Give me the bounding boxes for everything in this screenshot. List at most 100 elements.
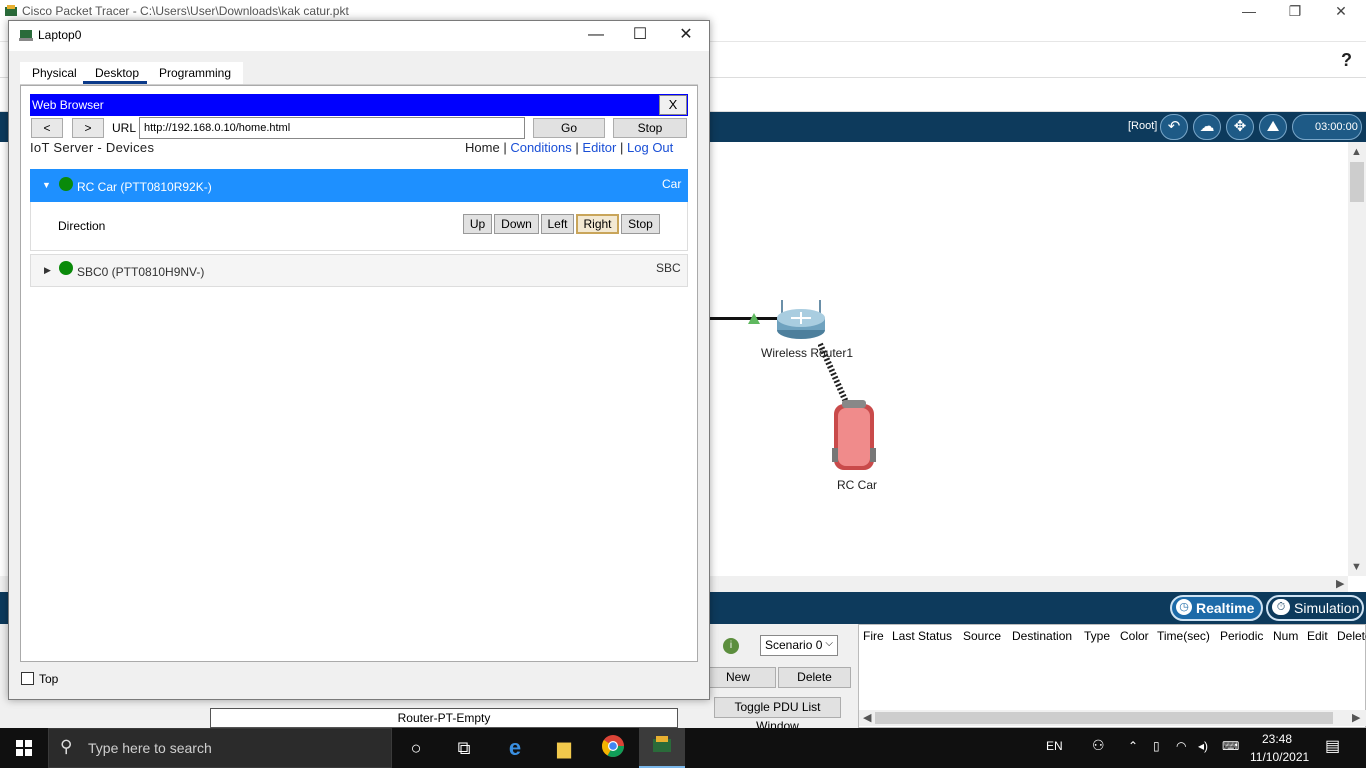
close-icon[interactable]: ✕ (663, 21, 709, 49)
input-method-icon[interactable]: ⌨ (1222, 739, 1239, 753)
simulation-label: Simulation (1294, 600, 1360, 616)
windows-start-icon[interactable] (0, 728, 48, 768)
page-title: IoT Server - Devices (30, 140, 155, 155)
clock-icon: ◷ (1176, 599, 1192, 615)
col-type[interactable]: Type (1084, 629, 1110, 643)
device-type-label: Router-PT-Empty (210, 708, 678, 728)
file-explorer-icon[interactable]: ▆ (550, 734, 578, 762)
col-last-status[interactable]: Last Status (892, 629, 952, 643)
laptop-icon (19, 30, 33, 41)
direction-left-button[interactable]: Left (541, 214, 574, 234)
chrome-icon[interactable] (599, 734, 627, 762)
nav-home-link[interactable]: Home (465, 140, 500, 155)
scrollbar-thumb[interactable] (875, 712, 1333, 724)
cloud-icon[interactable]: ☁ (1193, 114, 1221, 140)
chevron-up-icon[interactable]: ⌃ (1128, 739, 1138, 753)
router-label: Wireless Router1 (761, 346, 854, 360)
task-view-icon[interactable]: ⧉ (450, 734, 478, 762)
chevron-down-icon: ⌵ (825, 638, 833, 649)
timer-value: 03:00:00 (1315, 121, 1358, 133)
search-icon: ⚲ (60, 737, 73, 756)
background-image-icon[interactable]: ⛰ (1259, 114, 1287, 140)
nav-separator: | (575, 140, 579, 155)
scenario-value: Scenario 0 (765, 638, 823, 652)
notification-icon[interactable]: ▤ (1325, 736, 1340, 756)
cortana-icon[interactable]: ○ (402, 734, 430, 762)
window-title: Cisco Packet Tracer - C:\Users\User\Down… (22, 4, 349, 18)
nav-separator: | (620, 140, 624, 155)
caret-down-icon[interactable]: ▼ (42, 180, 51, 190)
timer-display[interactable]: 03:00:00 (1292, 114, 1362, 140)
nav-conditions-link[interactable]: Conditions (510, 140, 571, 155)
info-icon[interactable]: i (723, 638, 739, 654)
help-icon[interactable]: ? (1341, 50, 1352, 71)
col-edit[interactable]: Edit (1307, 629, 1328, 643)
minimize-icon[interactable]: — (573, 21, 619, 49)
caret-right-icon[interactable]: ▶ (44, 265, 51, 276)
tab-physical[interactable]: Physical (20, 62, 89, 84)
stopwatch-icon: ⏱ (1272, 599, 1290, 615)
device-type: SBC (656, 261, 681, 275)
device-name: SBC0 (PTT0810H9NV-) (77, 265, 205, 279)
nav-logout-link[interactable]: Log Out (627, 140, 673, 155)
battery-icon[interactable]: ▯ (1153, 739, 1160, 753)
back-icon[interactable]: ↶ (1160, 114, 1188, 140)
url-input[interactable] (139, 117, 525, 139)
top-label: Top (39, 672, 59, 686)
workspace-vertical-scrollbar[interactable] (1348, 142, 1366, 576)
scroll-right-icon[interactable]: ▶ (1336, 577, 1344, 590)
scenario-select[interactable]: Scenario 0 ⌵ (760, 635, 838, 656)
nav-editor-link[interactable]: Editor (582, 140, 616, 155)
move-icon[interactable]: ✥ (1226, 114, 1254, 140)
wifi-icon[interactable]: ◠ (1176, 739, 1186, 753)
direction-up-button[interactable]: Up (463, 214, 492, 234)
col-delete[interactable]: Delete (1337, 629, 1366, 643)
restore-icon[interactable]: ❐ (1272, 0, 1318, 22)
col-color[interactable]: Color (1120, 629, 1149, 643)
col-periodic[interactable]: Periodic (1220, 629, 1263, 643)
rc-car-icon[interactable] (832, 398, 876, 474)
search-placeholder: Type here to search (88, 740, 212, 756)
taskbar-time[interactable]: 23:48 (1262, 732, 1292, 746)
col-time[interactable]: Time(sec) (1157, 629, 1210, 643)
scroll-left-icon[interactable]: ◀ (863, 711, 871, 724)
stop-button[interactable]: Stop (613, 118, 687, 138)
direction-down-button[interactable]: Down (494, 214, 539, 234)
col-num[interactable]: Num (1273, 629, 1298, 643)
close-icon[interactable]: ✕ (1318, 0, 1364, 22)
scroll-down-icon[interactable]: ▼ (1351, 561, 1362, 573)
delete-scenario-button[interactable]: Delete (778, 667, 851, 688)
wireless-router-icon[interactable] (776, 298, 826, 340)
direction-right-button[interactable]: Right (576, 214, 619, 234)
volume-icon[interactable]: ◂) (1198, 739, 1208, 753)
minimize-icon[interactable]: — (1226, 0, 1272, 22)
scroll-up-icon[interactable]: ▲ (1351, 146, 1362, 158)
col-fire[interactable]: Fire (863, 629, 884, 643)
tab-desktop[interactable]: Desktop (83, 62, 152, 84)
language-indicator[interactable]: EN (1046, 739, 1063, 753)
packet-tracer-icon (648, 734, 676, 762)
scroll-right-icon[interactable]: ▶ (1352, 711, 1360, 724)
col-source[interactable]: Source (963, 629, 1001, 643)
back-button[interactable]: < (31, 118, 63, 138)
go-button[interactable]: Go (533, 118, 605, 138)
tab-programming[interactable]: Programming (147, 62, 244, 84)
scrollbar-thumb[interactable] (1350, 162, 1364, 202)
edge-icon[interactable]: e (501, 734, 529, 762)
people-icon[interactable]: ⚇ (1092, 737, 1105, 754)
direction-stop-button[interactable]: Stop (621, 214, 660, 234)
root-label[interactable]: [Root] (1128, 120, 1157, 132)
forward-button[interactable]: > (72, 118, 104, 138)
maximize-icon[interactable]: ☐ (617, 21, 663, 49)
taskbar-date[interactable]: 11/10/2021 (1250, 750, 1309, 764)
new-scenario-button[interactable]: New (700, 667, 776, 688)
col-destination[interactable]: Destination (1012, 629, 1072, 643)
toggle-pdu-list-button[interactable]: Toggle PDU List Window (714, 697, 841, 733)
iot-nav: Home | Conditions | Editor | Log Out (465, 140, 673, 155)
browser-close-button[interactable]: X (659, 95, 687, 115)
device-type: Car (662, 177, 682, 191)
packet-tracer-icon (5, 5, 17, 16)
ethernet-link (710, 317, 780, 320)
status-online-icon (59, 177, 73, 191)
top-checkbox[interactable] (21, 672, 34, 685)
